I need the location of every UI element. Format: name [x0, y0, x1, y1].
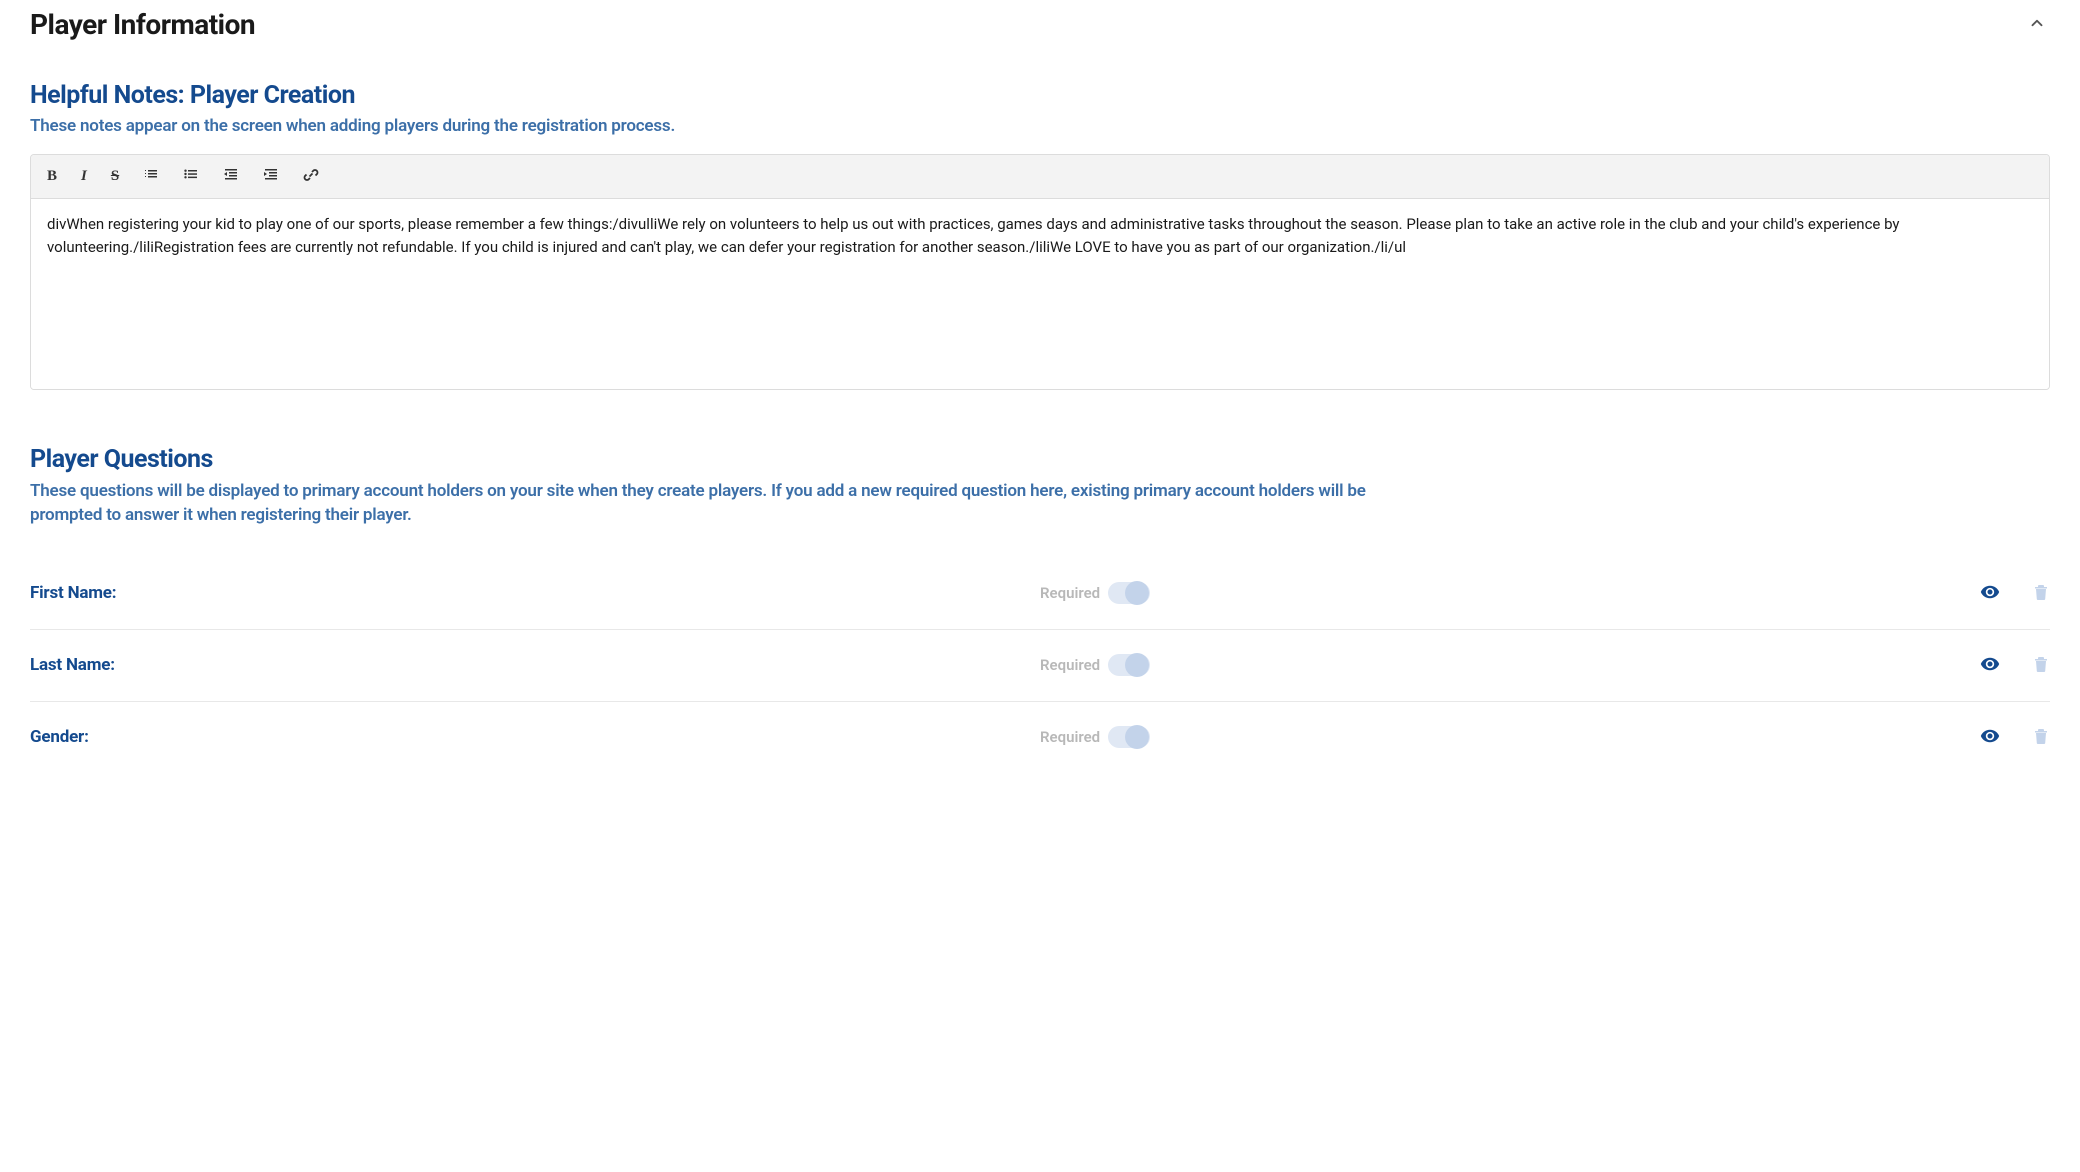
question-actions — [1978, 652, 2050, 679]
toggle-knob — [1125, 725, 1149, 749]
delete-button[interactable] — [2032, 654, 2050, 677]
eye-icon — [1980, 582, 2000, 605]
eye-icon — [1980, 654, 2000, 677]
eye-icon — [1980, 726, 2000, 749]
question-row: First Name: Required — [30, 558, 2050, 630]
question-label: Gender: — [30, 727, 1040, 747]
required-toggle-group: Required — [1040, 582, 1150, 604]
notes-section: Helpful Notes: Player Creation These not… — [30, 81, 2050, 390]
notes-section-subtitle: These notes appear on the screen when ad… — [30, 116, 2050, 136]
indent-button[interactable] — [257, 163, 285, 190]
trash-icon — [2034, 656, 2048, 675]
bold-icon: B — [47, 168, 57, 185]
collapse-button[interactable] — [2024, 10, 2050, 39]
indent-icon — [263, 167, 279, 186]
required-label: Required — [1040, 584, 1100, 602]
question-actions — [1978, 580, 2050, 607]
outdent-button[interactable] — [217, 163, 245, 190]
outdent-icon — [223, 167, 239, 186]
ordered-list-button[interactable] — [137, 163, 165, 190]
questions-section-subtitle: These questions will be displayed to pri… — [30, 480, 1370, 528]
strikethrough-icon: S — [111, 168, 119, 185]
question-label: First Name: — [30, 583, 1040, 603]
toggle-knob — [1125, 653, 1149, 677]
required-toggle[interactable] — [1108, 654, 1150, 676]
required-toggle-group: Required — [1040, 726, 1150, 748]
questions-section: Player Questions These questions will be… — [30, 445, 2050, 773]
visibility-button[interactable] — [1978, 724, 2002, 751]
ordered-list-icon — [143, 167, 159, 186]
trash-icon — [2034, 728, 2048, 747]
unordered-list-button[interactable] — [177, 163, 205, 190]
unordered-list-icon — [183, 167, 199, 186]
question-row: Last Name: Required — [30, 630, 2050, 702]
visibility-button[interactable] — [1978, 652, 2002, 679]
chevron-up-icon — [2028, 20, 2046, 35]
italic-icon: I — [81, 168, 87, 185]
required-toggle[interactable] — [1108, 582, 1150, 604]
link-icon — [303, 167, 319, 186]
link-button[interactable] — [297, 163, 325, 190]
question-list: First Name: Required — [30, 558, 2050, 773]
delete-button[interactable] — [2032, 582, 2050, 605]
question-actions — [1978, 724, 2050, 751]
page-title: Player Information — [30, 8, 255, 41]
required-toggle-group: Required — [1040, 654, 1150, 676]
question-row: Gender: Required — [30, 702, 2050, 773]
trash-icon — [2034, 584, 2048, 603]
questions-section-title: Player Questions — [30, 445, 2050, 474]
required-toggle[interactable] — [1108, 726, 1150, 748]
editor-toolbar: B I S — [31, 155, 2049, 199]
italic-button[interactable]: I — [75, 164, 93, 189]
notes-section-title: Helpful Notes: Player Creation — [30, 81, 2050, 110]
rich-text-editor: B I S — [30, 154, 2050, 390]
visibility-button[interactable] — [1978, 580, 2002, 607]
strikethrough-button[interactable]: S — [105, 164, 125, 189]
toggle-knob — [1125, 581, 1149, 605]
delete-button[interactable] — [2032, 726, 2050, 749]
editor-textarea[interactable]: divWhen registering your kid to play one… — [31, 199, 2049, 389]
bold-button[interactable]: B — [41, 164, 63, 189]
question-label: Last Name: — [30, 655, 1040, 675]
required-label: Required — [1040, 728, 1100, 746]
required-label: Required — [1040, 656, 1100, 674]
